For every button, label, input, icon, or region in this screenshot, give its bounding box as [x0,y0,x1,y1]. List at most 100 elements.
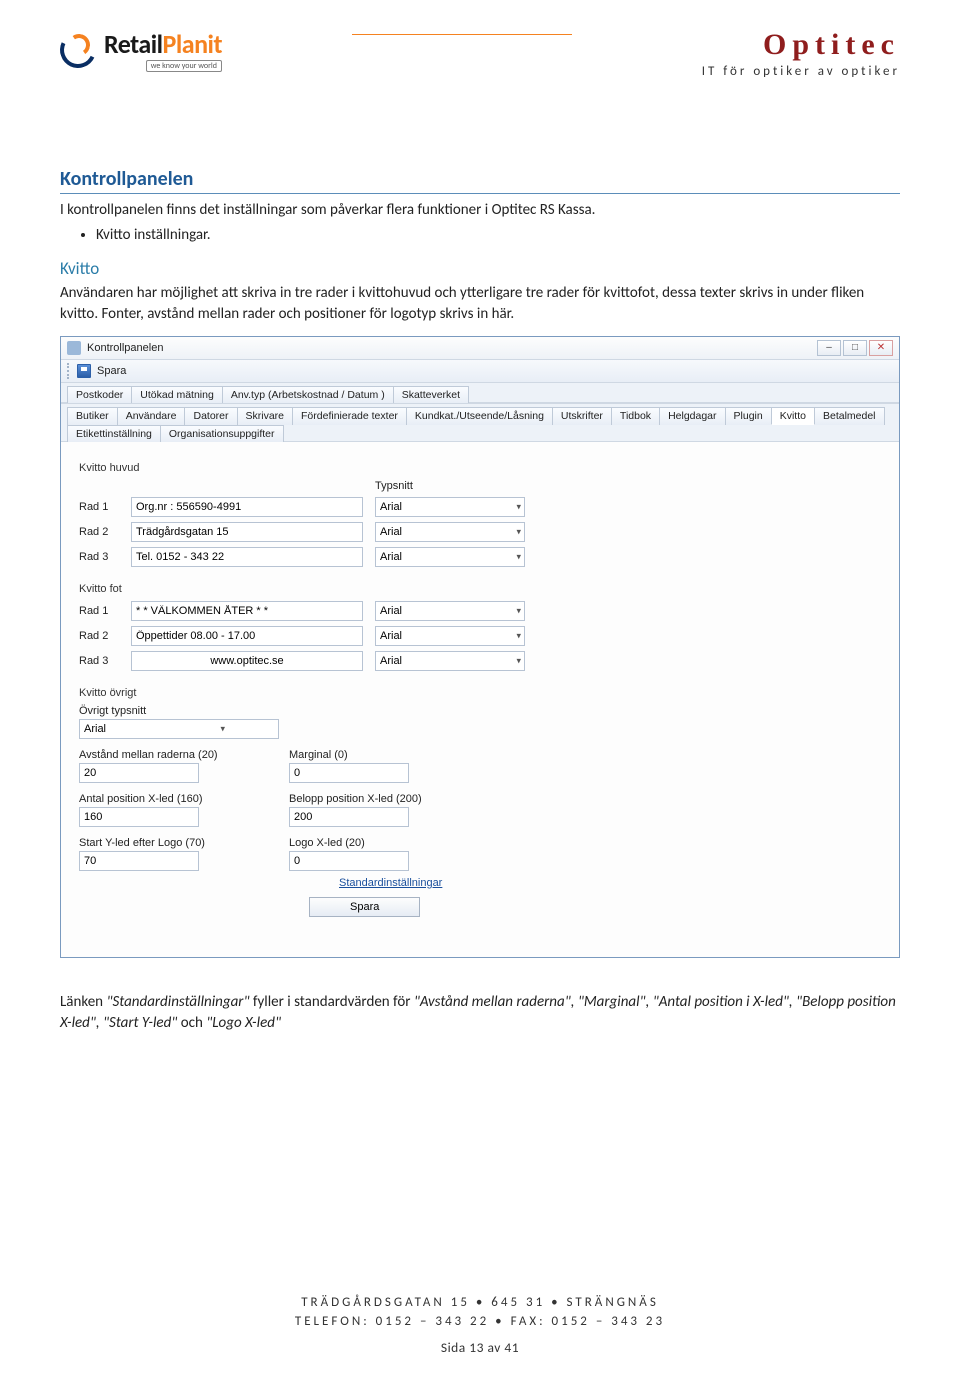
tab-postkoder[interactable]: Postkoder [67,386,132,403]
tab-plugin[interactable]: Plugin [725,407,772,425]
fot-rad1-font[interactable] [375,601,525,621]
tab-betalmedel[interactable]: Betalmedel [814,407,885,425]
form-save-button[interactable]: Spara [309,897,420,917]
tab-organisationsuppgifter[interactable]: Organisationsuppgifter [160,425,284,442]
typsnitt-header: Typsnitt [375,480,413,492]
window-controls: – □ ✕ [817,340,893,356]
tab-anvandare[interactable]: Användare [117,407,186,425]
logo-tagline: we know your world [146,60,222,72]
toolbar-save-label[interactable]: Spara [97,365,126,377]
tab-datorer[interactable]: Datorer [184,407,237,425]
tab-anvtyp[interactable]: Anv.typ (Arbetskostnad / Datum ) [222,386,394,403]
app-window-kontrollpanelen: Kontrollpanelen – □ ✕ Spara Postkoder Ut… [60,336,900,958]
ovrigt-typsnitt-select[interactable] [79,719,279,739]
fot-rad2-input[interactable] [131,626,363,646]
logo-text: RetailPlanit [104,28,222,60]
after-t1: Länken [60,993,106,1011]
avstand-input[interactable] [79,763,199,783]
group-kvitto-fot: Kvitto fot Rad 1 ▾ Rad 2 ▾ Rad 3 ▾ [79,577,881,671]
after-t3: och [177,1014,206,1032]
brand-block: Optitec IT för optiker av optiker [702,28,900,79]
brand-subtitle: IT för optiker av optiker [702,64,900,79]
avstand-label: Avstånd mellan raderna (20) [79,749,269,761]
tab-utokad-matning[interactable]: Utökad mätning [131,386,223,403]
marginal-label: Marginal (0) [289,749,479,761]
logo-xled-label: Logo X-led (20) [289,837,479,849]
group-kvitto-huvud: Kvitto huvud Typsnitt Rad 1 ▾ Rad 2 ▾ Ra… [79,456,881,567]
fot-rad2-font[interactable] [375,626,525,646]
fot-rad1-label: Rad 1 [79,605,119,617]
ovrigt-typsnitt-label: Övrigt typsnitt [79,705,881,717]
logo-underline [352,34,572,35]
group-title-fot: Kvitto fot [79,583,881,595]
form-area: Kvitto huvud Typsnitt Rad 1 ▾ Rad 2 ▾ Ra… [61,442,899,957]
maximize-button[interactable]: □ [843,340,867,356]
fot-rad1-input[interactable] [131,601,363,621]
logo-retail-word: Retail [104,28,163,60]
tabstrip-bottom: Butiker Användare Datorer Skrivare Förde… [61,403,899,442]
logo-planit-word: Planit [163,28,222,60]
footer-address: TRÄDGÅRDSGATAN 15 • 645 31 • STRÄNGNÄS [0,1295,960,1310]
standard-link[interactable]: Standardinställningar [339,877,442,889]
tab-skatteverket[interactable]: Skatteverket [393,386,469,403]
intro-paragraph: I kontrollpanelen finns det inställninga… [60,200,900,220]
fot-rad3-font[interactable] [375,651,525,671]
tab-kundkat[interactable]: Kundkat./Utseende/Låsning [406,407,553,425]
subheading-kvitto: Kvitto [60,258,900,279]
footer-page-number: Sida 13 av 41 [0,1339,960,1356]
window-icon [67,341,81,355]
brand-name: Optitec [702,28,900,62]
start-yled-input[interactable] [79,851,199,871]
huvud-rad2-font[interactable] [375,522,525,542]
bullet-list: Kvitto inställningar. [96,226,900,244]
logo-xled-input[interactable] [289,851,409,871]
huvud-rad3-font[interactable] [375,547,525,567]
logo-swoosh-icon [60,32,96,68]
antal-pos-label: Antal position X-led (160) [79,793,269,805]
toolbar-grip-icon [67,363,71,379]
after-q3: "Logo X-led" [206,1014,281,1032]
tab-utskrifter[interactable]: Utskrifter [552,407,612,425]
after-paragraph: Länken "Standardinställningar" fyller i … [60,992,900,1034]
save-icon[interactable] [77,364,91,378]
footer-phone: TELEFON: 0152 – 343 22 • FAX: 0152 – 343… [0,1314,960,1329]
window-titlebar: Kontrollpanelen – □ ✕ [61,337,899,360]
group-title-ovrigt: Kvitto övrigt [79,687,881,699]
tab-helgdagar[interactable]: Helgdagar [659,407,725,425]
belopp-pos-input[interactable] [289,807,409,827]
belopp-pos-label: Belopp position X-led (200) [289,793,479,805]
huvud-rad2-label: Rad 2 [79,526,119,538]
marginal-input[interactable] [289,763,409,783]
huvud-rad1-font[interactable] [375,497,525,517]
bullet-item: Kvitto inställningar. [96,226,900,244]
toolbar: Spara [61,360,899,383]
start-yled-label: Start Y-led efter Logo (70) [79,837,269,849]
group-kvitto-ovrigt: Kvitto övrigt Övrigt typsnitt ▾ Avstånd … [79,681,881,917]
window-title: Kontrollpanelen [87,342,163,354]
page-footer: TRÄDGÅRDSGATAN 15 • 645 31 • STRÄNGNÄS T… [0,1291,960,1356]
group-title-huvud: Kvitto huvud [79,462,881,474]
huvud-rad2-input[interactable] [131,522,363,542]
after-t2: fyller i standardvärden för [249,993,413,1011]
huvud-rad3-label: Rad 3 [79,551,119,563]
antal-pos-input[interactable] [79,807,199,827]
section-heading-kontrollpanelen: Kontrollpanelen [60,167,900,194]
tab-butiker[interactable]: Butiker [67,407,118,425]
tab-skrivare[interactable]: Skrivare [237,407,294,425]
logo-retail-planit: RetailPlanit we know your world [60,28,222,72]
page-header: RetailPlanit we know your world Optitec … [60,0,900,87]
tabstrip-top: Postkoder Utökad mätning Anv.typ (Arbets… [61,383,899,403]
fot-rad2-label: Rad 2 [79,630,119,642]
fot-rad3-input[interactable] [131,651,363,671]
minimize-button[interactable]: – [817,340,841,356]
huvud-rad1-label: Rad 1 [79,501,119,513]
huvud-rad3-input[interactable] [131,547,363,567]
fot-rad3-label: Rad 3 [79,655,119,667]
tab-etikettinstallning[interactable]: Etikettinställning [67,425,161,442]
close-button[interactable]: ✕ [869,340,893,356]
tab-fordefinierade-texter[interactable]: Fördefinierade texter [292,407,407,425]
kvitto-paragraph: Användaren har möjlighet att skriva in t… [60,283,900,324]
huvud-rad1-input[interactable] [131,497,363,517]
tab-tidbok[interactable]: Tidbok [611,407,660,425]
tab-kvitto[interactable]: Kvitto [771,407,815,425]
